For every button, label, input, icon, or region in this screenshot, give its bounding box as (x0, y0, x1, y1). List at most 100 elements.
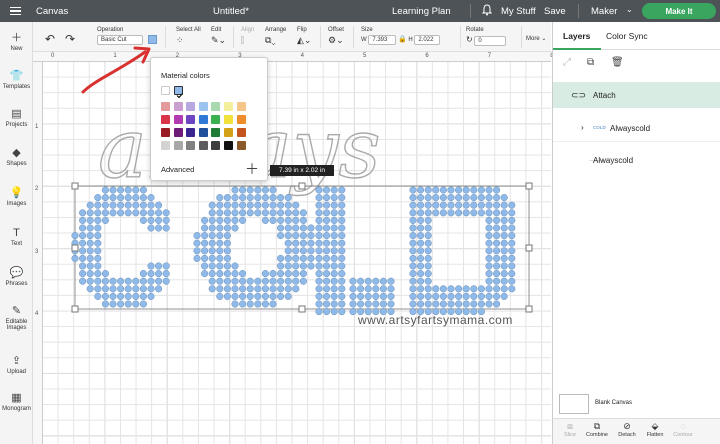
chevron-right-icon[interactable]: › (581, 123, 584, 132)
color-swatch[interactable] (224, 102, 233, 111)
cold-dot (109, 186, 117, 194)
ungroup-icon[interactable]: ⤢ (563, 57, 571, 68)
document-title[interactable]: Untitled* (213, 6, 249, 17)
nav-upload[interactable]: ⇪ Upload (0, 355, 33, 375)
redo-icon[interactable]: ↷ (65, 32, 75, 46)
more-button[interactable]: More ⌄ (526, 35, 546, 42)
color-swatch[interactable] (198, 115, 208, 124)
machine-select[interactable]: Maker (591, 6, 617, 17)
cold-dot (201, 232, 209, 240)
bell-icon[interactable] (481, 4, 493, 19)
slice-button[interactable]: ⧈ Slice (557, 421, 583, 438)
rotate-input[interactable]: 0 (474, 36, 507, 46)
color-swatch[interactable] (211, 128, 221, 137)
color-swatch[interactable] (173, 102, 183, 111)
add-color-icon[interactable]: ＋ (245, 159, 259, 179)
cold-dot (117, 209, 125, 217)
nav-shapes[interactable]: ◆ Shapes (0, 147, 33, 167)
color-swatch[interactable] (198, 102, 208, 111)
color-swatch[interactable] (224, 128, 233, 137)
color-swatch[interactable] (161, 86, 170, 95)
nav-new[interactable]: ＋ New (0, 32, 33, 52)
color-swatch[interactable] (198, 128, 208, 137)
nav-phrases[interactable]: 💬 Phrases (0, 267, 33, 287)
color-swatch[interactable] (211, 115, 221, 124)
select-all-button[interactable]: Select All ⁘ (176, 27, 201, 46)
undo-icon[interactable]: ↶ (45, 32, 55, 46)
color-swatch[interactable] (224, 141, 233, 150)
color-swatch[interactable] (173, 128, 183, 137)
layer-attach-group[interactable]: ⊂⊃ Attach (553, 82, 720, 108)
arrange-button[interactable]: Arrange ⧉⌄ (265, 27, 286, 46)
lock-icon[interactable]: 🔒 (398, 36, 407, 43)
make-it-button[interactable]: Make It (642, 3, 716, 19)
tab-color-sync[interactable]: Color Sync (606, 31, 648, 41)
detach-button[interactable]: ⊘ Detach (614, 421, 640, 438)
color-swatch[interactable] (198, 141, 208, 150)
contour-button[interactable]: ◌ Contour (670, 421, 696, 438)
cold-dot (254, 201, 262, 209)
cold-dot (201, 262, 209, 270)
edit-button[interactable]: Edit ✎⌄ (211, 27, 226, 46)
tab-layers[interactable]: Layers (563, 31, 590, 41)
save-button[interactable]: Save (544, 6, 566, 17)
cold-dot (417, 209, 425, 217)
combine-button[interactable]: ⧉ Combine (584, 421, 610, 438)
nav-editable-images[interactable]: ✎ Editable Images (0, 305, 33, 331)
color-swatch[interactable] (186, 102, 196, 111)
cold-dot (477, 292, 485, 300)
color-swatch[interactable] (161, 102, 170, 111)
color-swatch[interactable] (161, 115, 170, 124)
cold-dot (254, 277, 262, 285)
nav-images[interactable]: 💡 Images (0, 187, 33, 207)
trash-icon[interactable]: 🗑 (611, 57, 624, 68)
layer-row[interactable]: › COLD Alwayscold (553, 114, 720, 142)
cold-dot (485, 292, 493, 300)
nav-monogram[interactable]: ▦ Monogram (0, 392, 33, 412)
color-swatch[interactable] (211, 141, 221, 150)
cold-dot (338, 216, 346, 224)
offset-button[interactable]: Offset ⚙⌄ (328, 27, 344, 46)
color-swatch[interactable] (173, 115, 183, 124)
color-swatch[interactable] (236, 128, 246, 137)
color-swatch[interactable] (186, 128, 196, 137)
color-swatch[interactable] (161, 128, 170, 137)
color-swatch[interactable] (236, 115, 246, 124)
color-swatch[interactable] (236, 102, 246, 111)
width-input[interactable]: 7.393 (368, 35, 397, 45)
color-swatch[interactable] (173, 141, 183, 150)
selection-handles[interactable] (71, 182, 533, 313)
height-input[interactable]: 2.022 (414, 35, 441, 45)
color-swatch[interactable] (161, 141, 170, 150)
color-swatch[interactable] (224, 115, 233, 124)
cold-dot (500, 285, 508, 293)
design-canvas[interactable]: always (43, 62, 551, 444)
learning-plan-link[interactable]: Learning Plan (392, 6, 451, 17)
nav-projects[interactable]: ▤ Projects (0, 108, 33, 128)
top-bar: Canvas Untitled* Learning Plan My Stuff … (0, 0, 720, 22)
cold-dot (500, 224, 508, 232)
align-button[interactable]: Align ⫿ (241, 27, 254, 46)
color-swatch[interactable] (186, 141, 196, 150)
hamburger-menu-icon[interactable] (0, 0, 30, 22)
cold-dot (409, 247, 417, 255)
color-swatch[interactable] (211, 102, 221, 111)
layer-row[interactable]: Alwayscold (553, 146, 720, 174)
flip-button[interactable]: Flip ◭⌄ (297, 27, 311, 46)
cold-dot (500, 232, 508, 240)
blank-canvas-thumbnail[interactable] (559, 394, 589, 414)
my-stuff-link[interactable]: My Stuff (501, 6, 536, 17)
chevron-down-icon[interactable]: ⌄ (626, 5, 633, 14)
color-swatch[interactable] (186, 115, 196, 124)
cold-dot-letters[interactable] (71, 186, 516, 316)
cold-dot (409, 216, 417, 224)
flatten-button[interactable]: ⬙ Flatten (642, 421, 668, 438)
cold-dot (216, 239, 224, 247)
nav-text[interactable]: T Text (0, 227, 33, 247)
color-swatch[interactable] (173, 86, 183, 99)
advanced-link[interactable]: Advanced (161, 165, 194, 174)
duplicate-icon[interactable]: ⧉ (587, 57, 594, 68)
nav-templates[interactable]: 👕 Templates (0, 70, 33, 90)
ruler-tick-label: 4 (300, 53, 304, 59)
color-swatch[interactable] (236, 141, 246, 150)
